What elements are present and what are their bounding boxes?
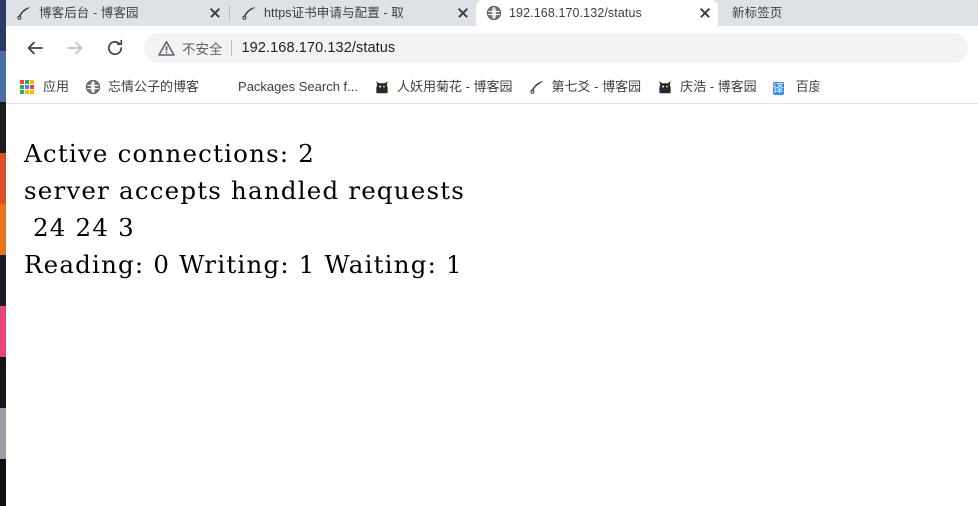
chrome-browser: 博客后台 - 博客园 https证书申请与配置 - 取 192.168.170.13…	[6, 0, 978, 506]
bookmark-favicon	[374, 79, 390, 95]
apps-grid-icon	[20, 79, 34, 94]
bookmark-item[interactable]: Packages Search f...	[215, 79, 358, 95]
tab-strip: 博客后台 - 博客园 https证书申请与配置 - 取 192.168.170.13…	[6, 0, 978, 26]
bookmark-label: 庆浩 - 博客园	[680, 78, 757, 94]
desktop-dock-strip	[0, 0, 6, 506]
bookmark-item[interactable]: 第七爻 - 博客园	[529, 78, 642, 95]
dock-icon-9[interactable]	[0, 459, 6, 506]
bookmarks-bar: 应用 忘情公子的博客 Packages Search f... 人妖用菊花 - 博客园…	[6, 70, 978, 104]
translate-icon: 译	[772, 81, 784, 95]
bookmark-item[interactable]: 译百度	[772, 78, 822, 95]
cnblogs-icon	[17, 7, 30, 20]
bookmark-label: Packages Search f...	[238, 78, 358, 94]
tab-title: 192.168.170.132/status	[509, 6, 642, 20]
tab-favicon	[486, 5, 502, 21]
tab-close-icon[interactable]	[696, 4, 714, 22]
bookmark-favicon	[529, 79, 545, 95]
bookmark-favicon	[657, 79, 673, 95]
tab-favicon	[241, 5, 257, 21]
bookmark-favicon	[215, 79, 231, 95]
tab-title: 新标签页	[732, 6, 783, 20]
nginx-status-text: Active connections: 2 server accepts han…	[24, 139, 466, 279]
browser-tab[interactable]: 新标签页	[718, 0, 858, 26]
browser-tab[interactable]: 博客后台 - 博客园	[6, 0, 228, 26]
bookmark-item[interactable]: 人妖用菊花 - 博客园	[374, 79, 513, 95]
bookmark-label: 忘情公子的博客	[108, 78, 200, 94]
page-content: Active connections: 2 server accepts han…	[6, 104, 978, 505]
bookmark-item[interactable]: 应用	[20, 79, 69, 95]
dock-icon-4[interactable]	[0, 204, 6, 255]
dock-icon-8[interactable]	[0, 408, 6, 459]
globe-icon	[486, 5, 502, 21]
url-text: 192.168.170.132/status	[241, 40, 396, 56]
address-bar[interactable]: 不安全 192.168.170.132/status	[144, 33, 968, 63]
bookmark-label: 第七爻 - 博客园	[551, 78, 642, 94]
bookmark-favicon: 译	[772, 79, 789, 95]
tab-separator	[229, 5, 230, 21]
bookmark-label: 应用	[43, 78, 70, 94]
cnblogs-icon	[529, 80, 543, 94]
cat-icon	[376, 79, 389, 93]
globe-icon	[85, 79, 101, 94]
cat-icon	[659, 79, 672, 93]
tab-close-icon[interactable]	[206, 4, 224, 22]
back-arrow-icon	[27, 41, 43, 55]
tab-title: 博客后台 - 博客园	[39, 6, 139, 20]
reload-button[interactable]	[98, 31, 132, 65]
forward-arrow-icon	[67, 41, 83, 55]
reload-icon	[107, 39, 123, 56]
dock-icon-1[interactable]	[0, 51, 6, 102]
tab-favicon	[16, 5, 32, 21]
browser-toolbar: 不安全 192.168.170.132/status	[6, 26, 978, 70]
omnibox-divider	[230, 40, 232, 56]
dock-icon-5[interactable]	[0, 255, 6, 306]
cnblogs-icon	[242, 7, 255, 20]
dock-icon-7[interactable]	[0, 357, 6, 408]
dock-icon-2[interactable]	[0, 102, 6, 153]
security-status-label: 不安全	[182, 42, 223, 57]
bookmark-item[interactable]: 庆浩 - 博客园	[657, 79, 757, 95]
browser-window: 博客后台 - 博客园 https证书申请与配置 - 取 192.168.170.13…	[0, 0, 978, 506]
tab-title: https证书申请与配置 - 取	[264, 6, 404, 20]
back-button[interactable]	[18, 31, 52, 65]
bookmark-favicon	[85, 79, 101, 95]
tab-close-icon[interactable]	[454, 4, 472, 22]
browser-tab-active[interactable]: 192.168.170.132/status	[476, 0, 718, 26]
dock-icon-6[interactable]	[0, 306, 6, 357]
bookmark-label: 百度	[795, 78, 822, 94]
bookmark-item[interactable]: 忘情公子的博客	[85, 79, 199, 95]
forward-button[interactable]	[58, 31, 92, 65]
bookmark-favicon	[20, 79, 36, 95]
not-secure-warning-icon	[158, 40, 175, 56]
bookmark-label: 人妖用菊花 - 博客园	[396, 78, 513, 94]
browser-tab[interactable]: https证书申请与配置 - 取	[231, 0, 476, 26]
dock-icon-0[interactable]	[0, 0, 6, 51]
dock-icon-3[interactable]	[0, 153, 6, 204]
